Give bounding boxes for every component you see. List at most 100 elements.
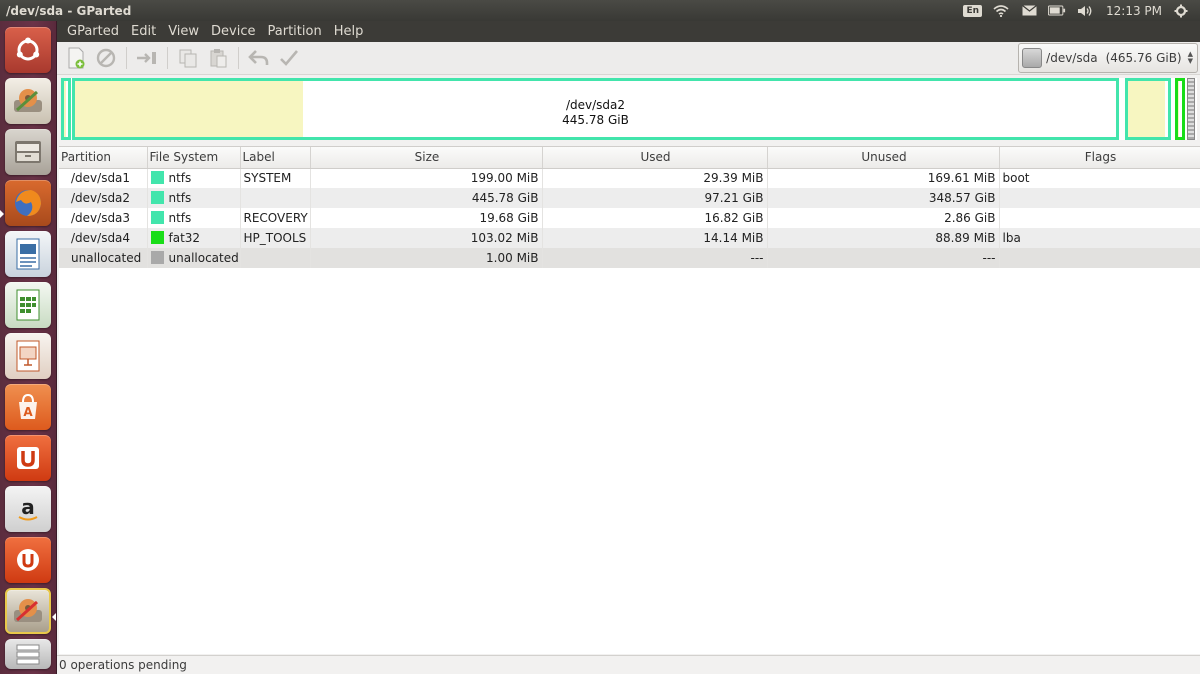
table-row[interactable]: /dev/sda2 ntfs 445.78 GiB 97.21 GiB 348.… (59, 188, 1200, 208)
disk-map-unallocated[interactable] (1187, 78, 1195, 140)
dash-home-icon[interactable] (5, 27, 51, 73)
partition-flags: boot (999, 168, 1200, 188)
disk-map-partition-sda1[interactable] (61, 78, 71, 140)
unity-launcher: A a (0, 21, 57, 674)
partition-unused: --- (767, 248, 1000, 268)
status-bar: 0 operations pending (57, 655, 1200, 674)
impress-launcher-icon[interactable] (5, 333, 51, 379)
operations-pending-text: 0 operations pending (59, 658, 187, 672)
ubuntu-one-music-launcher-icon[interactable] (5, 537, 51, 583)
wifi-icon[interactable] (992, 4, 1010, 18)
col-file-system[interactable]: File System (147, 147, 241, 169)
table-row[interactable]: /dev/sda3 ntfs RECOVERY 19.68 GiB 16.82 … (59, 208, 1200, 228)
menubar: GParted Edit View Device Partition Help (57, 21, 1200, 42)
copy-icon[interactable] (175, 45, 201, 71)
disk-map-partition-sda3[interactable] (1125, 78, 1171, 140)
col-unused[interactable]: Unused (767, 147, 1000, 169)
gparted-window: GParted Edit View Device Partition Help (57, 21, 1200, 674)
partition-used: --- (542, 248, 768, 268)
delete-icon[interactable] (93, 45, 119, 71)
undo-icon[interactable] (246, 45, 272, 71)
active-app-indicator (0, 210, 4, 218)
col-size[interactable]: Size (310, 147, 543, 169)
file-system: ntfs (147, 208, 241, 228)
gparted-launcher-icon[interactable] (5, 588, 51, 634)
file-system: unallocated (147, 248, 241, 268)
partition-unused: 88.89 MiB (767, 228, 1000, 248)
battery-icon[interactable] (1048, 4, 1066, 18)
table-row[interactable]: /dev/sda4 fat32 HP_TOOLS 103.02 MiB 14.1… (59, 228, 1200, 248)
partition-size: 199.00 MiB (310, 168, 543, 188)
fs-color-swatch (150, 191, 164, 204)
calc-launcher-icon[interactable] (5, 282, 51, 328)
fs-color-swatch (150, 251, 164, 264)
col-flags[interactable]: Flags (999, 147, 1200, 169)
file-system: ntfs (147, 188, 241, 208)
clock[interactable]: 12:13 PM (1104, 4, 1162, 18)
partition-used: 14.14 MiB (542, 228, 768, 248)
menu-gparted[interactable]: GParted (61, 24, 125, 39)
partition-size: 103.02 MiB (310, 228, 543, 248)
toolbar: /dev/sda (465.76 GiB) ▲ ▼ (57, 42, 1200, 75)
menu-help[interactable]: Help (328, 24, 370, 39)
partition-size: 1.00 MiB (310, 248, 543, 268)
partition-label: SYSTEM (240, 168, 311, 188)
partition-used: 29.39 MiB (542, 168, 768, 188)
amazon-launcher-icon[interactable]: a (5, 486, 51, 532)
file-system: ntfs (147, 168, 241, 188)
ubuntu-one-launcher-icon[interactable] (5, 435, 51, 481)
menu-view[interactable]: View (162, 24, 205, 39)
col-used[interactable]: Used (542, 147, 768, 169)
partition-name: /dev/sda3 (59, 208, 148, 228)
partition-used: 97.21 GiB (542, 188, 768, 208)
table-row[interactable]: /dev/sda1 ntfs SYSTEM 199.00 MiB 29.39 M… (59, 168, 1200, 188)
files-launcher-icon[interactable] (5, 129, 51, 175)
table-row[interactable]: unallocated unallocated 1.00 MiB --- --- (59, 248, 1200, 268)
partition-name: /dev/sda4 (59, 228, 148, 248)
device-selector[interactable]: /dev/sda (465.76 GiB) ▲ ▼ (1018, 43, 1198, 73)
trash-launcher-icon[interactable] (5, 639, 51, 669)
new-partition-icon[interactable] (63, 45, 89, 71)
disk-map-selected-size: 445.78 GiB (562, 113, 629, 127)
col-label[interactable]: Label (240, 147, 311, 169)
table-header: Partition File System Label Size Used Un… (59, 147, 1200, 169)
file-system: fat32 (147, 228, 241, 248)
toolbar-separator (126, 47, 127, 69)
select-arrows-icon: ▲ ▼ (1187, 50, 1193, 65)
partition-name: /dev/sda2 (59, 188, 148, 208)
partition-unused: 348.57 GiB (767, 188, 1000, 208)
svg-text:A: A (23, 405, 33, 419)
partition-flags (999, 208, 1200, 228)
partition-name: /dev/sda1 (59, 168, 148, 188)
fs-color-swatch (150, 211, 164, 224)
partition-table: Partition File System Label Size Used Un… (59, 146, 1200, 654)
col-partition[interactable]: Partition (59, 147, 148, 169)
disk-map-selected-name: /dev/sda2 (565, 98, 626, 112)
partition-label (240, 188, 311, 208)
disk-map-partition-sda2[interactable]: /dev/sda2 445.78 GiB (72, 78, 1119, 140)
volume-icon[interactable] (1076, 4, 1094, 18)
apply-icon[interactable] (276, 45, 302, 71)
focused-app-indicator (52, 613, 56, 621)
mail-icon[interactable] (1020, 4, 1038, 18)
menu-partition[interactable]: Partition (262, 24, 328, 39)
menu-edit[interactable]: Edit (125, 24, 162, 39)
power-gear-icon[interactable] (1172, 4, 1190, 18)
partition-size: 19.68 GiB (310, 208, 543, 228)
paste-icon[interactable] (205, 45, 231, 71)
disk-icon (1022, 48, 1043, 68)
menu-device[interactable]: Device (205, 24, 261, 39)
keyboard-indicator[interactable]: En (963, 4, 982, 17)
firefox-launcher-icon[interactable] (5, 180, 51, 226)
writer-launcher-icon[interactable] (5, 231, 51, 277)
resize-move-icon[interactable] (134, 45, 160, 71)
software-center-launcher-icon[interactable]: A (5, 384, 51, 430)
partition-flags (999, 248, 1200, 268)
top-panel: /dev/sda - GParted En 12:13 PM (0, 0, 1200, 21)
disk-map-partition-sda4[interactable] (1175, 78, 1185, 140)
device-name: /dev/sda (1046, 51, 1098, 65)
partition-unused: 169.61 MiB (767, 168, 1000, 188)
disk-utility-launcher-icon[interactable] (5, 78, 51, 124)
partition-name: unallocated (59, 248, 148, 268)
fs-color-swatch (150, 171, 164, 185)
